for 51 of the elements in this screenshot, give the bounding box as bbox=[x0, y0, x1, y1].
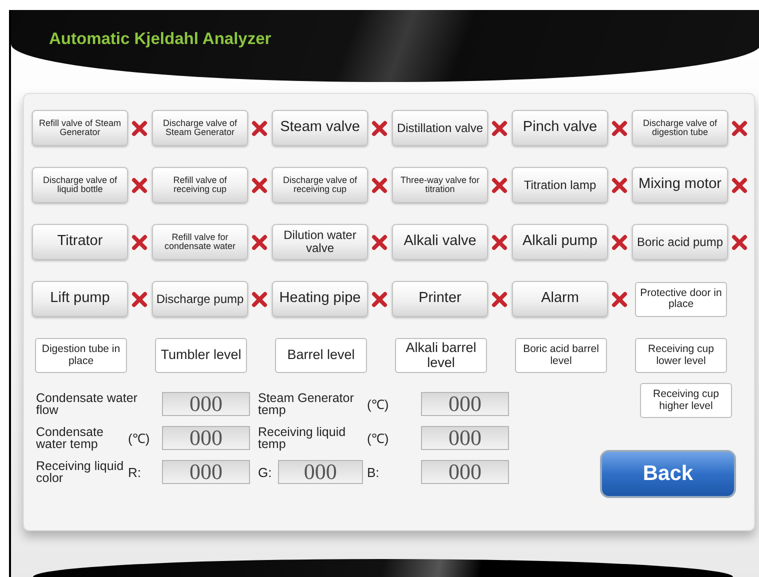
reading-label: Receiving liquid temp bbox=[258, 426, 347, 450]
app-title: Automatic Kjeldahl Analyzer bbox=[49, 30, 272, 49]
output-toggle-button[interactable]: Discharge valve of digestion tube bbox=[632, 110, 728, 146]
output-toggle-button[interactable]: Discharge valve of liquid bottle bbox=[32, 167, 128, 203]
output-toggle-button[interactable]: Alarm bbox=[512, 281, 608, 317]
unit-label: (℃) bbox=[128, 430, 151, 447]
reading-field: 000 bbox=[162, 460, 250, 484]
sensor-indicator: Tumbler level bbox=[155, 338, 247, 373]
unit-label: G: bbox=[258, 464, 272, 480]
unit-label: R: bbox=[128, 464, 142, 480]
reading-label: Condensate water flow bbox=[36, 392, 138, 416]
unit-label: (℃) bbox=[367, 430, 390, 447]
output-toggle-button[interactable]: Refill valve of receiving cup bbox=[152, 167, 248, 203]
output-toggle-button[interactable]: Alkali valve bbox=[392, 224, 488, 260]
reading-field: 000 bbox=[162, 392, 250, 416]
sensor-indicator: Receiving cup lower level bbox=[635, 338, 727, 373]
output-toggle-button[interactable]: Titrator bbox=[32, 224, 128, 260]
output-toggle-button[interactable]: Heating pipe bbox=[272, 281, 368, 317]
output-toggle-button[interactable]: Titration lamp bbox=[512, 167, 608, 203]
unit-label: (℃) bbox=[367, 396, 390, 413]
sensor-indicator: Receiving cup higher level bbox=[640, 383, 732, 418]
output-toggle-button[interactable]: Lift pump bbox=[32, 281, 128, 317]
sensor-indicator: Barrel level bbox=[275, 338, 367, 373]
reading-field: 000 bbox=[421, 460, 509, 484]
output-toggle-button[interactable]: Boric acid pump bbox=[632, 224, 728, 260]
reading-label: Steam Generator temp bbox=[258, 392, 355, 416]
output-toggle-button[interactable]: Refill valve for condensate water bbox=[152, 224, 248, 260]
output-toggle-button[interactable]: Three-way valve for titration bbox=[392, 167, 488, 203]
sensor-indicator: Alkali barrel level bbox=[395, 338, 487, 373]
output-toggle-button[interactable]: Dilution water valve bbox=[272, 224, 368, 260]
reading-label: Condensate water temp bbox=[36, 426, 104, 450]
output-toggle-button[interactable]: Distillation valve bbox=[392, 110, 488, 146]
output-toggle-button[interactable]: Discharge valve of Steam Generator bbox=[152, 110, 248, 146]
output-toggle-button[interactable]: Mixing motor bbox=[632, 167, 728, 203]
output-toggle-button[interactable]: Discharge valve of receiving cup bbox=[272, 167, 368, 203]
sensor-indicator: Boric acid barrel level bbox=[515, 338, 607, 373]
back-button[interactable]: Back bbox=[600, 450, 736, 498]
output-toggle-button[interactable]: Discharge pump bbox=[152, 281, 248, 317]
unit-label: B: bbox=[367, 464, 380, 480]
output-toggle-button[interactable]: Refill valve of Steam Generator bbox=[32, 110, 128, 146]
output-toggle-button[interactable]: Pinch valve bbox=[512, 110, 608, 146]
reading-label: Receiving liquid color bbox=[36, 460, 124, 484]
output-toggle-button[interactable]: Alkali pump bbox=[512, 224, 608, 260]
output-toggle-button[interactable]: Printer bbox=[392, 281, 488, 317]
reading-field: 000 bbox=[421, 426, 509, 450]
reading-field: 000 bbox=[162, 426, 250, 450]
reading-field: 000 bbox=[421, 392, 509, 416]
sensor-indicator: Digestion tube in place bbox=[35, 338, 127, 373]
reading-field: 000 bbox=[278, 460, 363, 484]
output-toggle-button[interactable]: Steam valve bbox=[272, 110, 368, 146]
sensor-indicator: Protective door in place bbox=[635, 282, 727, 316]
